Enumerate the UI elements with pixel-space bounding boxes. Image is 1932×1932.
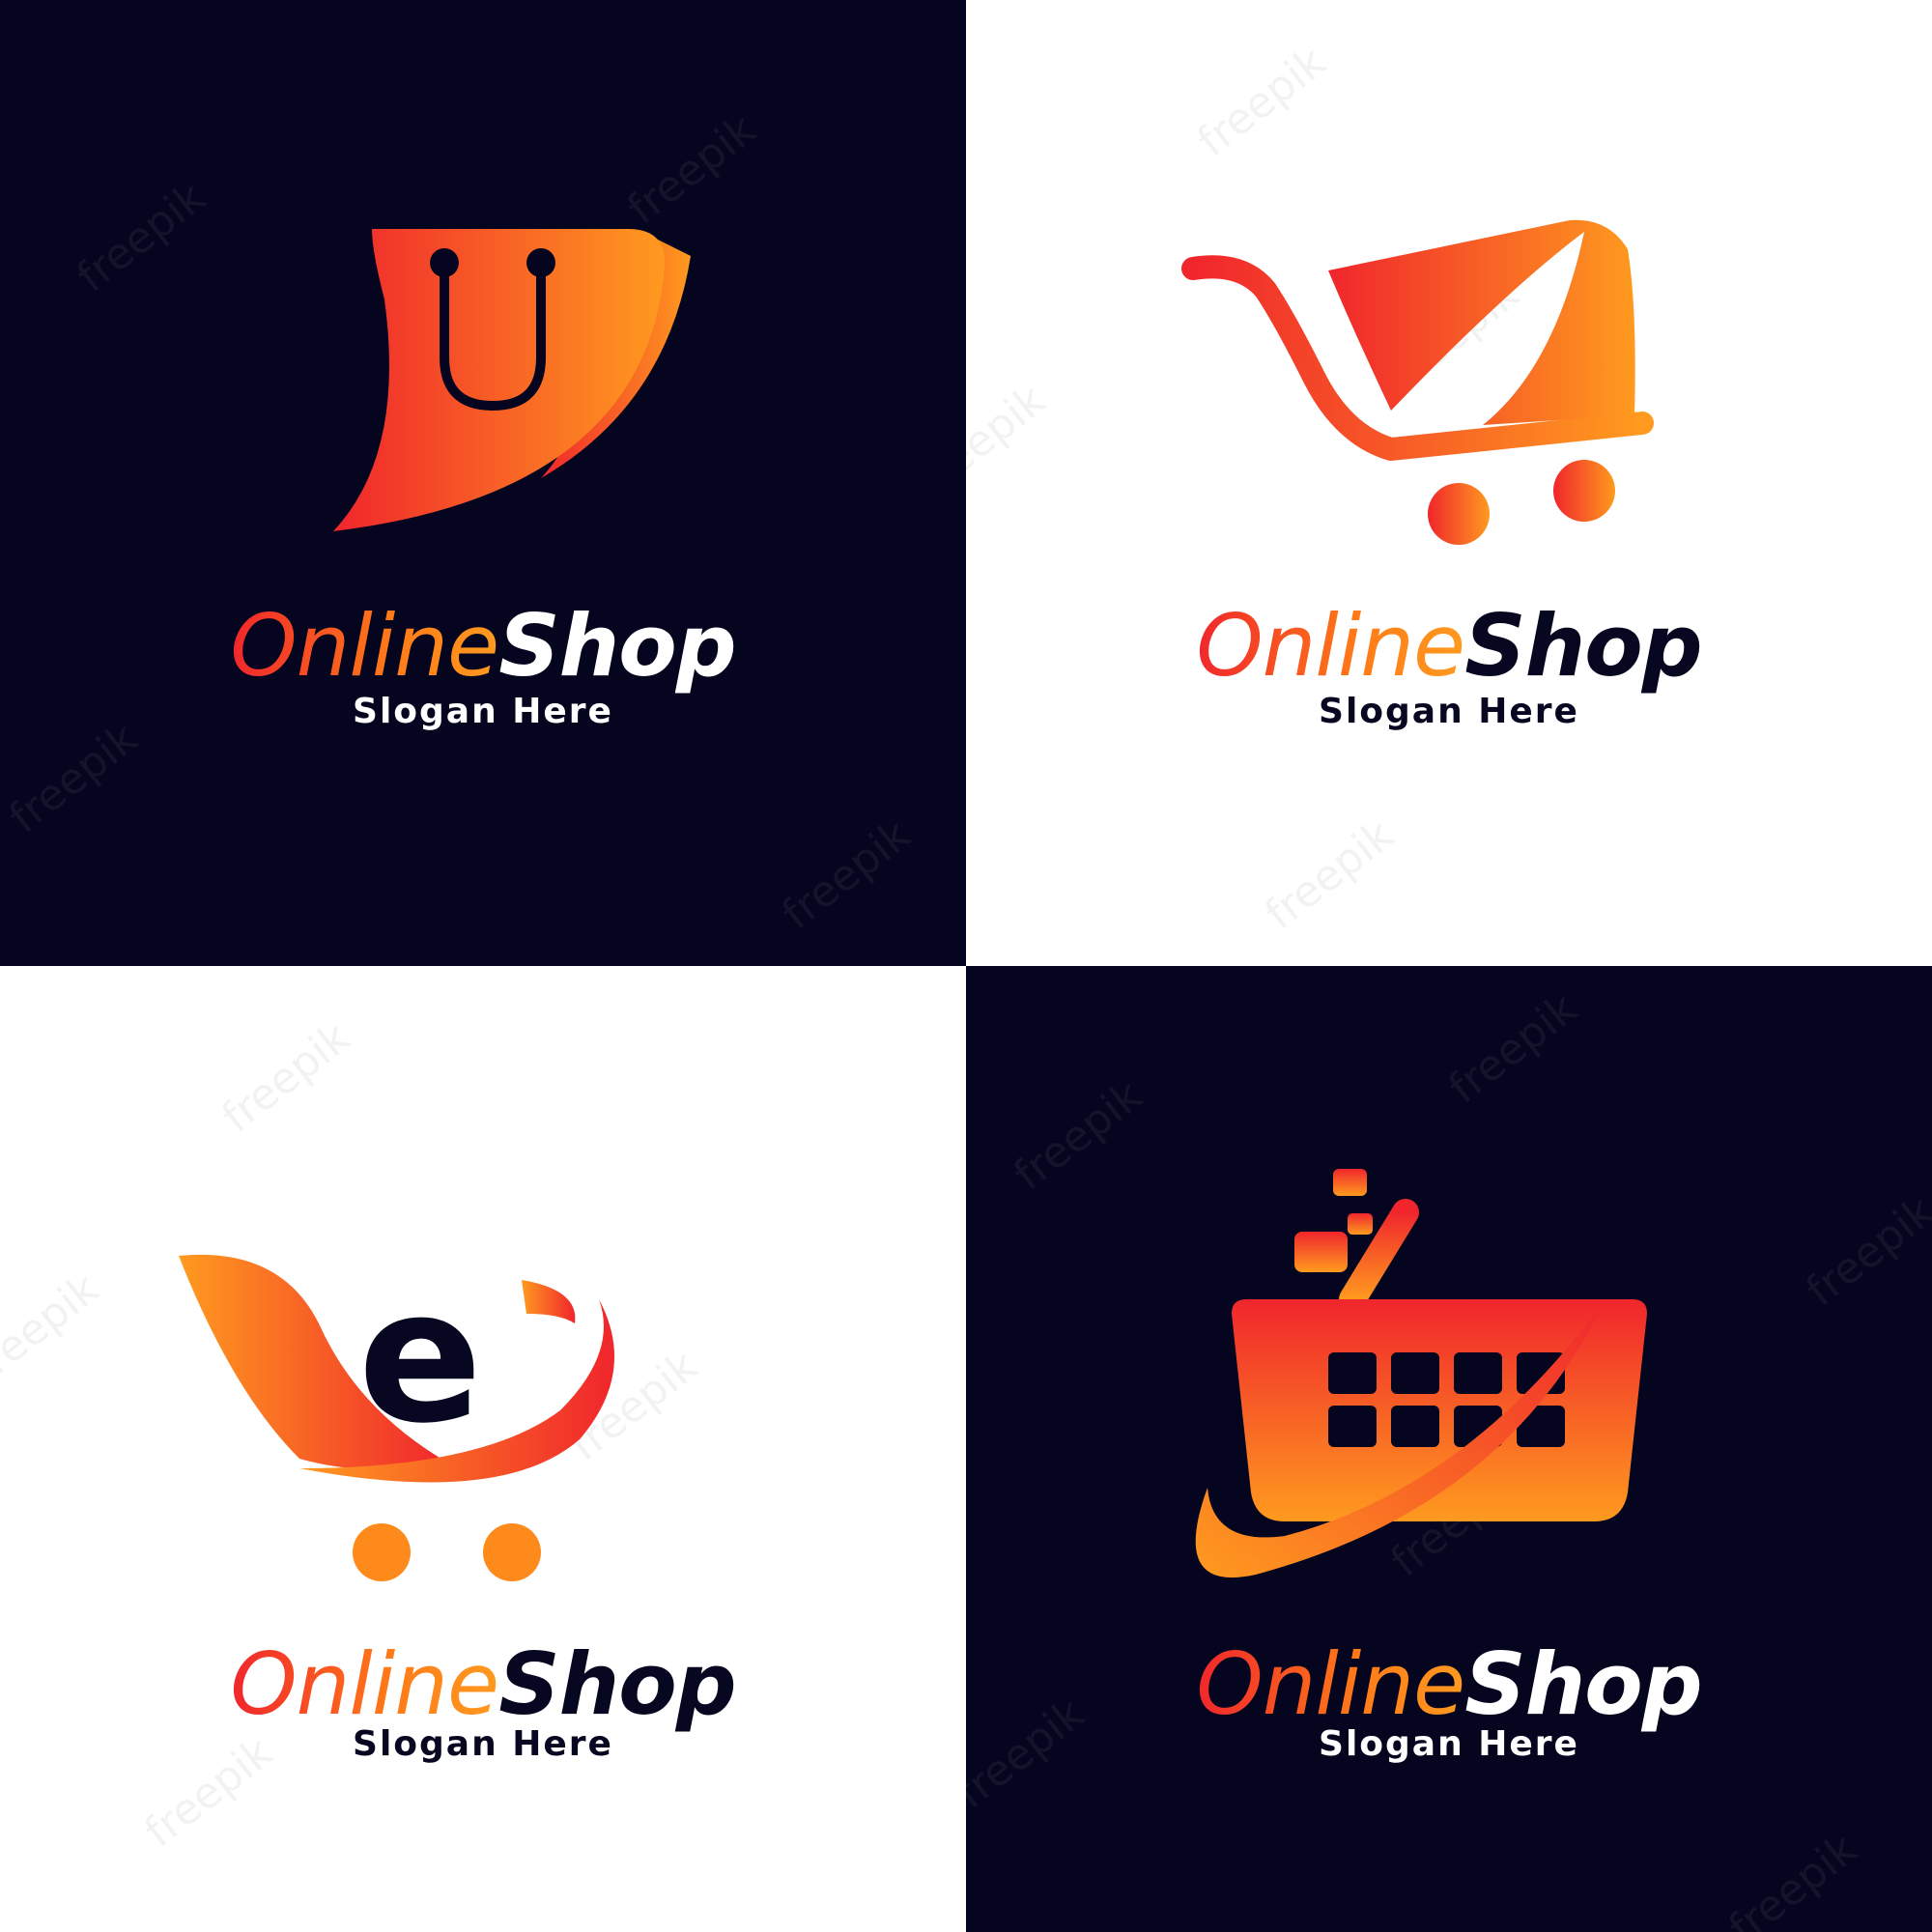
slogan: Slogan Here: [1319, 692, 1579, 731]
brand-part2: Shop: [498, 596, 736, 696]
brand-wordmark: OnlineShop: [0, 1642, 966, 1727]
slogan: Slogan Here: [353, 692, 613, 731]
brand-part1: Online: [230, 596, 499, 696]
brand-part1: Online: [1196, 596, 1465, 696]
brand-part2: Shop: [1464, 1634, 1702, 1734]
slogan: Slogan Here: [353, 1724, 613, 1764]
brand-part2: Shop: [498, 1634, 736, 1734]
brand-wordmark: OnlineShop: [0, 604, 966, 689]
logo-panel-basket: freepik freepik freepik freepik freepik …: [966, 966, 1932, 1932]
brand-wordmark: OnlineShop: [966, 604, 1932, 689]
brand-wordmark: OnlineShop: [966, 1642, 1932, 1727]
logo-panel-e-cart: freepik freepik freepik freepik e Online…: [0, 966, 966, 1932]
brand-part1: Online: [1196, 1634, 1465, 1734]
e-letter-mark: e: [358, 1250, 483, 1463]
shopping-basket-icon: [1195, 1169, 1647, 1578]
shopping-cart-icon: [1181, 219, 1654, 545]
logo-grid: freepik freepik freepik freepik OnlineSh…: [0, 0, 1932, 1932]
logo-panel-bag: freepik freepik freepik freepik OnlineSh…: [0, 0, 966, 966]
brand-part2: Shop: [1464, 596, 1702, 696]
e-cart-icon: e: [179, 1250, 614, 1581]
shopping-bag-icon: [333, 229, 691, 531]
brand-part1: Online: [230, 1634, 499, 1734]
logo-panel-cart: freepik freepik freepik freepik OnlineSh…: [966, 0, 1932, 966]
slogan: Slogan Here: [1319, 1724, 1579, 1764]
